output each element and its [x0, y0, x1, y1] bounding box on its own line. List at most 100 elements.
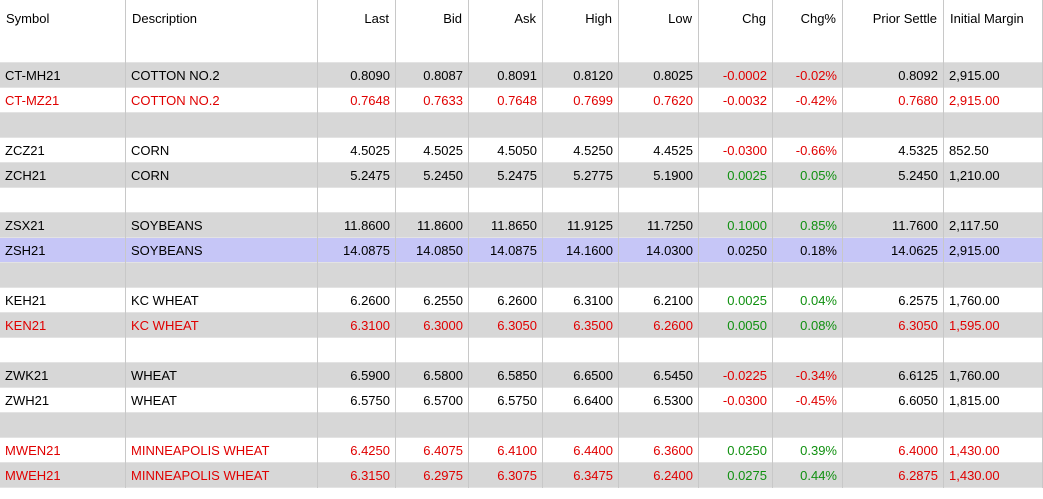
initial-margin-cell: 852.50 — [944, 138, 1043, 163]
last-price-cell: 6.4250 — [318, 438, 396, 463]
empty-cell — [619, 38, 699, 63]
initial-margin-cell: 2,915.00 — [944, 63, 1043, 88]
table-row[interactable]: ZWK21 WHEAT 6.5900 6.5800 6.5850 6.6500 6.5450… — [0, 363, 1043, 388]
empty-cell — [0, 113, 126, 138]
empty-cell — [944, 188, 1043, 213]
column-header-chg[interactable]: Chg — [699, 0, 773, 38]
change-percent-cell: 0.08% — [773, 313, 843, 338]
symbol-cell: MWEN21 — [0, 438, 126, 463]
symbol-cell: KEN21 — [0, 313, 126, 338]
column-header-prior-settle[interactable]: Prior Settle — [843, 0, 944, 38]
empty-cell — [543, 113, 619, 138]
empty-cell — [126, 113, 318, 138]
description-cell: MINNEAPOLIS WHEAT — [126, 463, 318, 488]
empty-cell — [843, 38, 944, 63]
prior-settle-cell: 0.8092 — [843, 63, 944, 88]
ask-cell: 11.8650 — [469, 213, 543, 238]
description-cell: SOYBEANS — [126, 213, 318, 238]
prior-settle-cell: 6.2875 — [843, 463, 944, 488]
description-cell: CORN — [126, 163, 318, 188]
empty-cell — [126, 38, 318, 63]
ask-cell: 6.3075 — [469, 463, 543, 488]
empty-cell — [773, 113, 843, 138]
prior-settle-cell: 0.7680 — [843, 88, 944, 113]
empty-cell — [318, 338, 396, 363]
ask-cell: 5.2475 — [469, 163, 543, 188]
bid-cell: 6.4075 — [396, 438, 469, 463]
empty-cell — [944, 113, 1043, 138]
table-row[interactable]: ZCH21 CORN 5.2475 5.2450 5.2475 5.2775 5.1900 0… — [0, 163, 1043, 188]
table-row[interactable]: MWEN21 MINNEAPOLIS WHEAT 6.4250 6.4075 6.410… — [0, 438, 1043, 463]
column-header-symbol[interactable]: Symbol — [0, 0, 126, 38]
low-cell: 4.4525 — [619, 138, 699, 163]
table-row[interactable]: KEN21 KC WHEAT 6.3100 6.3000 6.3050 6.3500 6.2… — [0, 313, 1043, 338]
empty-cell — [396, 413, 469, 438]
empty-cell — [318, 113, 396, 138]
empty-cell — [469, 113, 543, 138]
empty-cell — [773, 338, 843, 363]
symbol-cell: ZSX21 — [0, 213, 126, 238]
symbol-cell: KEH21 — [0, 288, 126, 313]
table-row[interactable]: ZSH21 SOYBEANS 14.0875 14.0850 14.0875 14.160… — [0, 238, 1043, 263]
empty-cell — [0, 188, 126, 213]
initial-margin-cell: 1,760.00 — [944, 288, 1043, 313]
empty-cell — [543, 38, 619, 63]
high-cell: 6.4400 — [543, 438, 619, 463]
bid-cell: 6.5800 — [396, 363, 469, 388]
initial-margin-cell: 1,210.00 — [944, 163, 1043, 188]
empty-cell — [0, 263, 126, 288]
column-header-description[interactable]: Description — [126, 0, 318, 38]
quote-grid: Symbol Description Last Bid Ask High Low… — [0, 0, 1043, 499]
table-row[interactable]: KEH21 KC WHEAT 6.2600 6.2550 6.2600 6.3100 6.2… — [0, 288, 1043, 313]
column-header-last[interactable]: Last — [318, 0, 396, 38]
empty-cell — [944, 413, 1043, 438]
column-header-low[interactable]: Low — [619, 0, 699, 38]
symbol-cell: CT-MH21 — [0, 63, 126, 88]
empty-cell — [619, 188, 699, 213]
change-percent-cell: 0.85% — [773, 213, 843, 238]
table-row[interactable]: CT-MZ21 COTTON NO.2 0.7648 0.7633 0.7648 0.76… — [0, 88, 1043, 113]
table-row[interactable]: ZCZ21 CORN 4.5025 4.5025 4.5050 4.5250 4.4525-… — [0, 138, 1043, 163]
column-header-initial-margin[interactable]: Initial Margin — [944, 0, 1043, 38]
table-row[interactable]: ZWH21 WHEAT 6.5750 6.5700 6.5750 6.6400 6.5300… — [0, 388, 1043, 413]
column-header-high[interactable]: High — [543, 0, 619, 38]
initial-margin-cell: 1,815.00 — [944, 388, 1043, 413]
description-cell: KC WHEAT — [126, 313, 318, 338]
table-row[interactable]: CT-MH21 COTTON NO.2 0.8090 0.8087 0.8091 0.81… — [0, 63, 1043, 88]
prior-settle-cell: 5.2450 — [843, 163, 944, 188]
change-cell: -0.0300 — [699, 138, 773, 163]
ask-cell: 4.5050 — [469, 138, 543, 163]
last-price-cell: 11.8600 — [318, 213, 396, 238]
change-percent-cell: -0.42% — [773, 88, 843, 113]
high-cell: 6.6400 — [543, 388, 619, 413]
column-header-chg-pct[interactable]: Chg% — [773, 0, 843, 38]
table-row[interactable]: MWEH21 MINNEAPOLIS WHEAT 6.3150 6.2975 6.307… — [0, 463, 1043, 488]
high-cell: 6.3475 — [543, 463, 619, 488]
empty-cell — [126, 338, 318, 363]
change-cell: 0.0250 — [699, 238, 773, 263]
column-header-bid[interactable]: Bid — [396, 0, 469, 38]
empty-cell — [944, 38, 1043, 63]
column-header-ask[interactable]: Ask — [469, 0, 543, 38]
low-cell: 6.5450 — [619, 363, 699, 388]
empty-cell — [126, 413, 318, 438]
change-percent-cell: 0.39% — [773, 438, 843, 463]
initial-margin-cell: 1,430.00 — [944, 438, 1043, 463]
empty-cell — [469, 263, 543, 288]
table-row[interactable]: ZSX21 SOYBEANS 11.8600 11.8600 11.8650 11.912… — [0, 213, 1043, 238]
empty-cell — [126, 188, 318, 213]
prior-settle-cell: 6.6125 — [843, 363, 944, 388]
empty-cell — [944, 338, 1043, 363]
description-cell: SOYBEANS — [126, 238, 318, 263]
empty-cell — [0, 413, 126, 438]
empty-cell — [0, 38, 126, 63]
low-cell: 6.2400 — [619, 463, 699, 488]
empty-cell — [773, 38, 843, 63]
bid-cell: 14.0850 — [396, 238, 469, 263]
empty-cell — [699, 413, 773, 438]
change-percent-cell: 0.18% — [773, 238, 843, 263]
symbol-cell: ZSH21 — [0, 238, 126, 263]
high-cell: 0.8120 — [543, 63, 619, 88]
empty-cell — [699, 263, 773, 288]
low-cell: 11.7250 — [619, 213, 699, 238]
